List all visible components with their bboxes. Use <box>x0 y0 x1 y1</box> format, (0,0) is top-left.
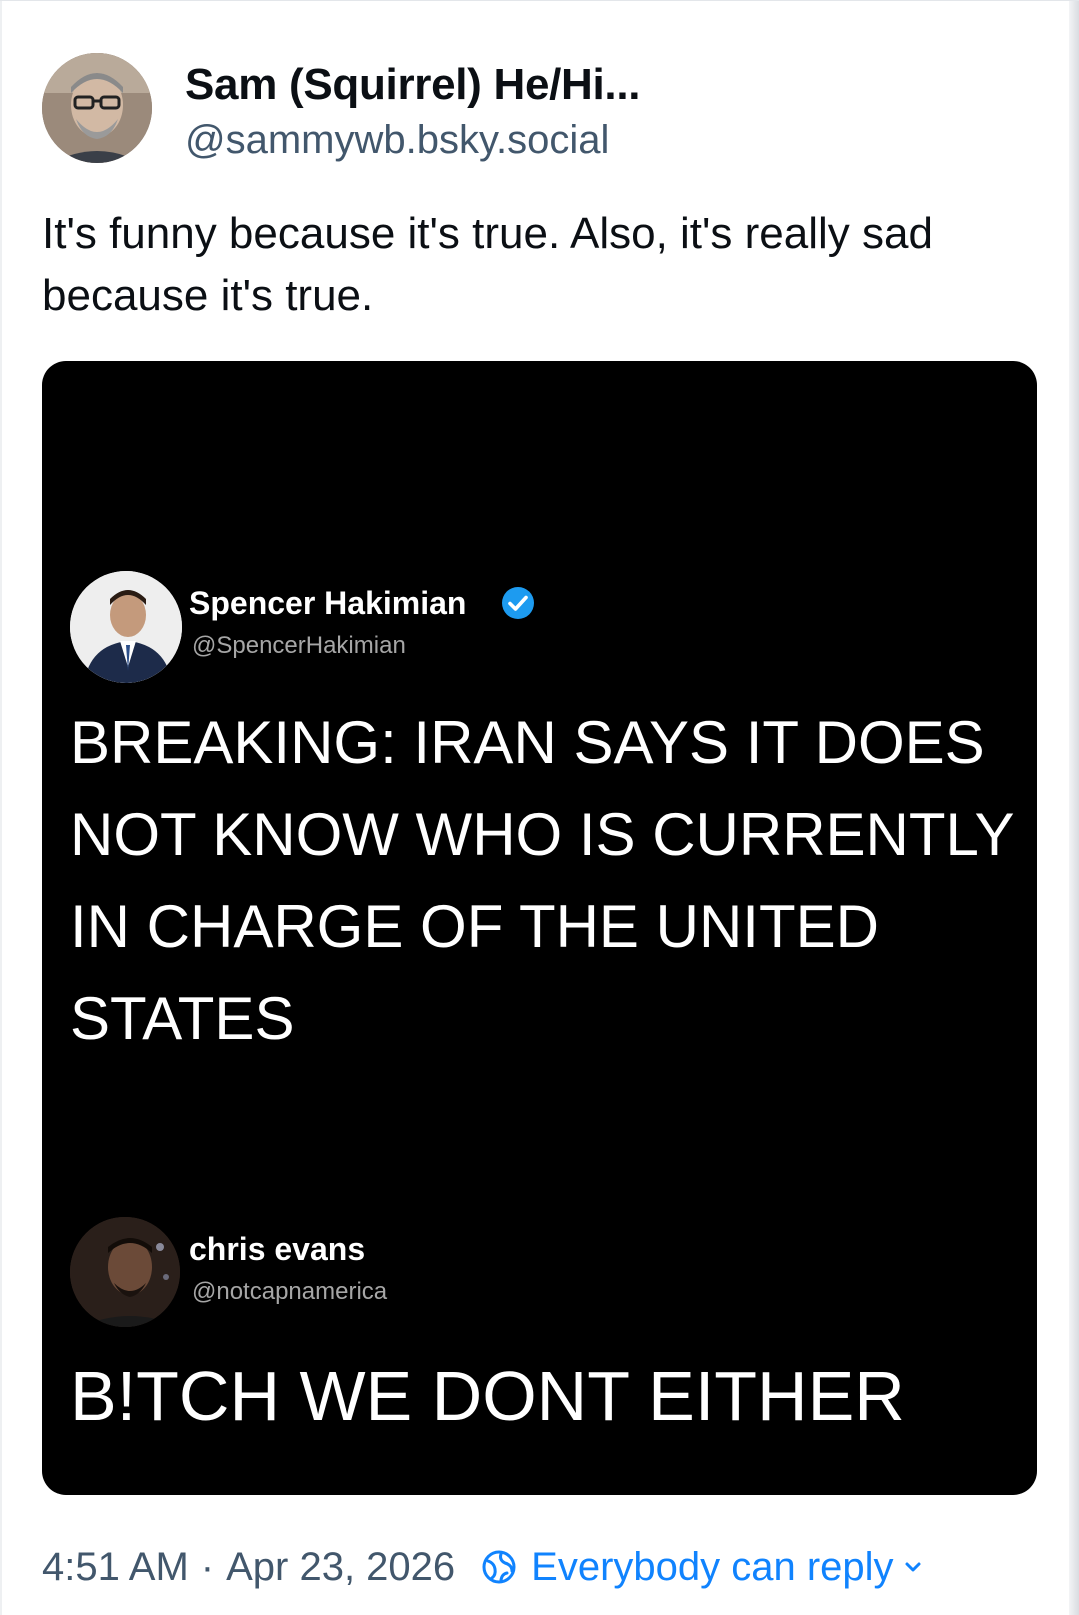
globe-icon <box>482 1550 516 1584</box>
author-info[interactable]: Sam (Squirrel) He/Hi... @sammywb.bsky.so… <box>185 59 641 167</box>
quote2-text: B!TCH WE DONT EITHER <box>70 1357 905 1435</box>
post-footer: 4:51 AM · Apr 23, 2026 Everybody can rep… <box>42 1537 924 1597</box>
verified-check-icon <box>502 587 534 619</box>
author-avatar-image <box>42 53 152 163</box>
post-view: Sam (Squirrel) He/Hi... @sammywb.bsky.so… <box>0 0 1079 1615</box>
reply-setting-button[interactable]: Everybody can reply <box>481 1545 923 1590</box>
post-text: It's funny because it's true. Also, it's… <box>42 209 933 320</box>
quote2-handle: @notcapnamerica <box>192 1278 388 1305</box>
quote2-avatar <box>70 1217 180 1327</box>
quote1-handle: @SpencerHakimian <box>192 632 406 659</box>
quote1-name: Spencer Hakimian <box>189 585 467 621</box>
post-image[interactable]: Spencer Hakimian @SpencerHakimian BREAKI… <box>42 361 1037 1495</box>
quote2-avatar-image <box>70 1217 180 1327</box>
scrollbar-track[interactable] <box>1069 1 1079 1615</box>
footer-separator: · <box>200 1544 215 1589</box>
left-border <box>0 1 2 1615</box>
author-display-name[interactable]: Sam (Squirrel) He/Hi... <box>185 59 641 111</box>
quote1-avatar-image <box>70 571 182 683</box>
post-time: 4:51 AM <box>42 1544 189 1589</box>
author-avatar[interactable] <box>42 53 152 163</box>
chevron-down-icon <box>905 1562 921 1572</box>
reply-setting-label: Everybody can reply <box>531 1544 894 1589</box>
author-handle[interactable]: @sammywb.bsky.social <box>185 113 640 167</box>
quote2-name: chris evans <box>189 1231 366 1267</box>
post-date: Apr 23, 2026 <box>226 1544 456 1589</box>
quote1-avatar <box>70 571 182 683</box>
quote1-text: BREAKING: IRAN SAYS IT DOES NOT KNOW WHO… <box>70 709 1014 1052</box>
